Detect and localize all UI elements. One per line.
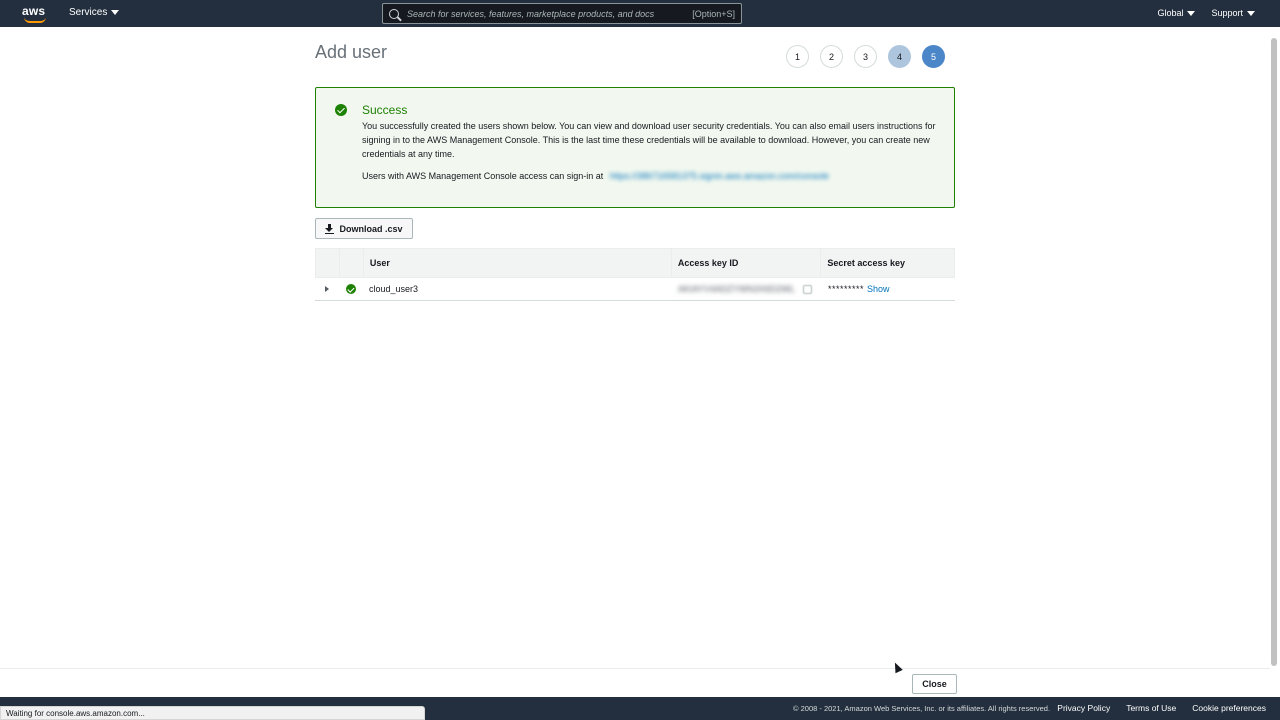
region-label: Global bbox=[1157, 8, 1184, 18]
alert-body: You successfully created the users shown… bbox=[362, 121, 936, 159]
cookie-preferences-link[interactable]: Cookie preferences bbox=[1192, 703, 1266, 713]
bottom-divider bbox=[0, 668, 1270, 669]
access-key-cell: AKIAYV4ADZYWN3X6D2WL bbox=[672, 278, 822, 300]
services-menu[interactable]: Services bbox=[69, 7, 120, 18]
alert-title: Success bbox=[362, 103, 408, 117]
support-menu[interactable]: Support bbox=[1211, 8, 1255, 18]
search-shortcut: [Option+S] bbox=[692, 8, 735, 19]
table-header: User Access key ID Secret access key bbox=[315, 248, 955, 278]
header-expand bbox=[316, 249, 340, 277]
secret-mask: ********* bbox=[828, 284, 865, 294]
signin-text: Users with AWS Management Console access… bbox=[362, 171, 604, 181]
caret-down-icon bbox=[111, 10, 120, 15]
step-indicator: 1 2 3 4 5 bbox=[786, 45, 945, 68]
status-cell bbox=[339, 278, 363, 300]
table-row: cloud_user3 AKIAYV4ADZYWN3X6D2WL *******… bbox=[315, 278, 955, 301]
caret-down-icon bbox=[1247, 10, 1255, 16]
scrollbar[interactable] bbox=[1271, 38, 1277, 666]
download-label: Download .csv bbox=[339, 223, 403, 234]
success-check-icon bbox=[346, 284, 356, 294]
nav-right: Global Support bbox=[1157, 8, 1255, 18]
browser-status-bar: Waiting for console.aws.amazon.com... bbox=[0, 706, 425, 720]
footer-links: Privacy Policy Terms of Use Cookie prefe… bbox=[1057, 703, 1266, 713]
expand-cell[interactable] bbox=[315, 278, 339, 300]
header-access-key-id[interactable]: Access key ID bbox=[672, 249, 822, 277]
copy-icon[interactable] bbox=[802, 284, 812, 294]
page-title: Add user bbox=[315, 42, 388, 62]
access-key-id: AKIAYV4ADZYWN3X6D2WL bbox=[678, 284, 795, 294]
user-cell: cloud_user3 bbox=[369, 284, 419, 294]
header-user[interactable]: User bbox=[364, 249, 672, 277]
step-3[interactable]: 3 bbox=[854, 45, 877, 68]
step-5[interactable]: 5 bbox=[922, 45, 945, 68]
close-button[interactable]: Close bbox=[912, 674, 957, 694]
success-check-icon bbox=[335, 104, 347, 116]
step-4[interactable]: 4 bbox=[888, 45, 911, 68]
support-label: Support bbox=[1211, 8, 1243, 18]
region-menu[interactable]: Global bbox=[1157, 8, 1196, 18]
success-alert: Success You successfully created the use… bbox=[315, 87, 955, 208]
step-2[interactable]: 2 bbox=[820, 45, 843, 68]
caret-down-icon bbox=[1187, 10, 1196, 16]
search-box[interactable]: [Option+S] bbox=[382, 3, 742, 24]
secret-key-cell: ********* Show bbox=[822, 278, 955, 300]
users-table: User Access key ID Secret access key clo… bbox=[315, 248, 955, 301]
search-icon bbox=[389, 8, 399, 19]
alert-signin: Users with AWS Management Console access… bbox=[362, 171, 829, 181]
top-navigation: aws Services [Option+S] Global Support bbox=[0, 0, 1280, 27]
search-input[interactable] bbox=[407, 8, 693, 19]
header-status bbox=[340, 249, 364, 277]
mouse-cursor-icon bbox=[891, 660, 903, 674]
caret-right-icon[interactable] bbox=[325, 286, 329, 292]
aws-smile-icon bbox=[24, 17, 46, 23]
services-label: Services bbox=[69, 7, 108, 18]
download-icon bbox=[325, 224, 335, 234]
download-csv-button[interactable]: Download .csv bbox=[315, 218, 413, 239]
signin-url-link[interactable]: https://386716581375.signin.aws.amazon.c… bbox=[610, 171, 829, 181]
show-secret-link[interactable]: Show bbox=[867, 284, 890, 294]
footer-copyright: © 2008 - 2021, Amazon Web Services, Inc.… bbox=[793, 704, 1051, 713]
terms-of-use-link[interactable]: Terms of Use bbox=[1126, 703, 1176, 713]
aws-logo[interactable]: aws bbox=[22, 4, 50, 24]
header-secret-access-key[interactable]: Secret access key bbox=[821, 249, 954, 277]
privacy-policy-link[interactable]: Privacy Policy bbox=[1057, 703, 1110, 713]
step-1[interactable]: 1 bbox=[786, 45, 809, 68]
